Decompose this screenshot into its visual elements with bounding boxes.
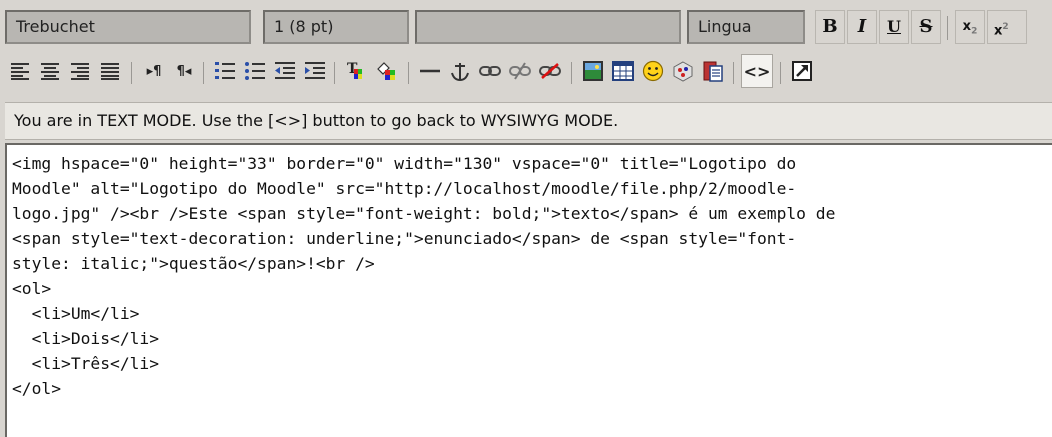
unlink-button[interactable] — [505, 54, 535, 88]
justify-button[interactable] — [95, 54, 125, 88]
toolbar-separator — [334, 62, 335, 84]
indent-button[interactable] — [300, 54, 330, 88]
ltr-button[interactable]: ▸¶ — [139, 54, 169, 88]
anchor-button[interactable] — [445, 54, 475, 88]
special-char-button[interactable] — [668, 54, 698, 88]
ltr-icon: ▸¶ — [146, 63, 162, 79]
align-left-icon — [11, 63, 29, 80]
toolbar-separator — [947, 16, 948, 40]
html-mode-button[interactable]: <> — [741, 54, 773, 88]
anchor-icon — [451, 63, 469, 82]
rtl-button[interactable]: ¶◂ — [169, 54, 199, 88]
toolbar-row-1: Trebuchet 1 (8 pt) Lingua B I U S x2 x2 — [5, 8, 1052, 48]
font-family-select[interactable]: Trebuchet — [5, 10, 251, 44]
text-color-icon: T — [347, 61, 362, 79]
mode-status-message: You are in TEXT MODE. Use the [<>] butto… — [14, 111, 619, 130]
html-mode-icon: <> — [743, 61, 771, 81]
italic-button[interactable]: I — [847, 10, 877, 44]
align-left-button[interactable] — [5, 54, 35, 88]
rtl-icon: ¶◂ — [176, 63, 192, 79]
insert-table-button[interactable] — [608, 54, 638, 88]
smiley-icon — [642, 60, 664, 82]
toolbar-separator — [408, 62, 409, 84]
font-size-select[interactable]: 1 (8 pt) — [263, 10, 409, 44]
ordered-list-button[interactable] — [210, 54, 240, 88]
paste-word-button[interactable] — [698, 54, 728, 88]
html-source-textarea[interactable]: <img hspace="0" height="33" border="0" w… — [5, 143, 1052, 437]
fullscreen-icon — [792, 61, 812, 81]
link-button[interactable] — [475, 54, 505, 88]
html-editor: Trebuchet 1 (8 pt) Lingua B I U S x2 x2 … — [0, 0, 1052, 437]
insert-image-icon — [583, 61, 603, 81]
mode-status-bar: You are in TEXT MODE. Use the [<>] butto… — [5, 102, 1052, 140]
paste-word-icon — [703, 61, 723, 82]
background-color-icon — [377, 62, 395, 80]
fullscreen-button[interactable] — [787, 54, 817, 88]
indent-icon — [305, 62, 325, 79]
horizontal-rule-icon — [420, 69, 440, 73]
toolbar-separator — [131, 62, 132, 84]
insert-table-icon — [612, 61, 634, 81]
text-color-button[interactable]: T — [341, 54, 371, 88]
toolbar-separator — [733, 62, 734, 84]
link-icon — [479, 66, 501, 76]
toolbar-separator — [203, 62, 204, 84]
insert-image-button[interactable] — [578, 54, 608, 88]
format-block-select[interactable] — [415, 10, 681, 44]
underline-button[interactable]: U — [879, 10, 909, 44]
toolbar-separator — [571, 62, 572, 84]
subscript-label: x — [962, 19, 972, 34]
toolbar-separator — [780, 62, 781, 84]
bold-button[interactable]: B — [815, 10, 845, 44]
background-color-button[interactable] — [371, 54, 401, 88]
justify-icon — [101, 63, 119, 80]
superscript-suffix: 2 — [1002, 22, 1009, 32]
align-right-button[interactable] — [65, 54, 95, 88]
align-right-icon — [71, 63, 89, 80]
subscript-button[interactable]: x2 — [955, 10, 985, 44]
ordered-list-icon — [215, 62, 235, 79]
strikethrough-button[interactable]: S — [911, 10, 941, 44]
align-center-button[interactable] — [35, 54, 65, 88]
unlink-icon — [509, 62, 531, 80]
smiley-button[interactable] — [638, 54, 668, 88]
nolink-icon — [539, 63, 561, 79]
html-source-text: <img hspace="0" height="33" border="0" w… — [12, 154, 836, 398]
toolbar-row-2: ▸¶ ¶◂ T <> — [5, 52, 1052, 94]
special-char-icon — [673, 61, 693, 82]
language-select[interactable]: Lingua — [687, 10, 805, 44]
outdent-icon — [275, 62, 295, 79]
outdent-button[interactable] — [270, 54, 300, 88]
align-center-icon — [41, 63, 59, 80]
horizontal-rule-button[interactable] — [415, 54, 445, 88]
unordered-list-icon — [245, 62, 265, 80]
subscript-suffix: 2 — [971, 26, 978, 37]
nolink-button[interactable] — [535, 54, 565, 88]
unordered-list-button[interactable] — [240, 54, 270, 88]
superscript-button[interactable]: x2 — [987, 10, 1027, 44]
